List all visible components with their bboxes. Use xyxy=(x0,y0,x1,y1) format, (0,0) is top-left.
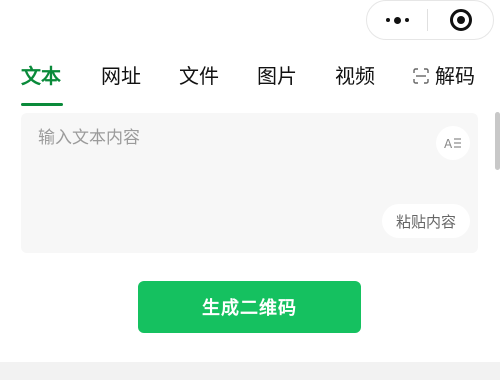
page: 文本 网址 文件 图片 视频 解码 输入文本内容 A 粘贴内容 生成二维码 xyxy=(0,0,500,380)
tab-file[interactable]: 文件 xyxy=(179,56,219,96)
scrollbar[interactable] xyxy=(495,112,500,170)
paste-button[interactable]: 粘贴内容 xyxy=(382,204,470,238)
generate-qr-button[interactable]: 生成二维码 xyxy=(138,281,361,333)
more-button[interactable] xyxy=(367,1,427,39)
font-size-icon: A xyxy=(444,137,461,150)
svg-text:A: A xyxy=(444,137,453,150)
close-button[interactable] xyxy=(428,1,493,39)
tab-bar: 文本 网址 文件 图片 视频 解码 xyxy=(0,56,500,106)
capsule-menu xyxy=(366,0,494,40)
active-tab-indicator xyxy=(21,103,63,106)
more-dots-icon xyxy=(385,16,409,24)
bottom-strip xyxy=(0,362,500,380)
tab-url[interactable]: 网址 xyxy=(101,56,141,96)
tab-text[interactable]: 文本 xyxy=(21,56,61,96)
target-icon xyxy=(449,9,472,31)
tab-image[interactable]: 图片 xyxy=(257,56,297,96)
tab-video[interactable]: 视频 xyxy=(335,56,375,96)
text-input-placeholder: 输入文本内容 xyxy=(38,128,140,148)
scan-icon xyxy=(413,67,429,84)
tab-decode[interactable]: 解码 xyxy=(413,56,475,96)
font-size-button[interactable]: A xyxy=(436,126,470,160)
tab-decode-label: 解码 xyxy=(435,64,475,88)
text-input-area[interactable]: 输入文本内容 A 粘贴内容 xyxy=(21,113,478,253)
